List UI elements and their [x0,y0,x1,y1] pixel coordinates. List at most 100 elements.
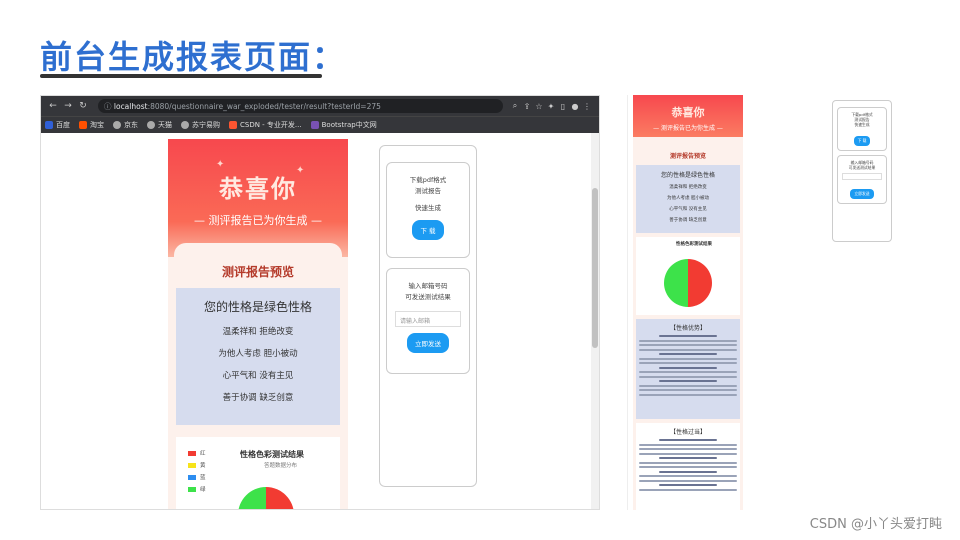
m-banner: 恭喜你 — 测评报告已为你生成 — [633,95,743,137]
text-line [639,452,737,455]
title-underline [40,74,322,78]
trait-box: 您的性格是绿色性格 温柔祥和 拒绝改变 为他人考虑 胆小被动 心平气和 没有主见… [176,288,340,425]
trait-line: 心平气和 没有主见 [222,371,294,381]
text-line [639,443,737,446]
m-email-input[interactable] [842,173,882,180]
bookmark-baidu[interactable]: 百度 [45,120,70,130]
fullpage-screenshot: 恭喜你 — 测评报告已为你生成 — 测评报告预览 您的性格是绿色性格 温柔祥和 … [627,95,902,510]
m-email-box: 输入邮箱号码 可发送测试结果 立即发送 [837,155,887,204]
address-bar: ← → ↻ ⓘ localhost :8080/questionnaire_wa… [41,96,599,116]
zoom-icon[interactable]: ⌕ [509,101,521,111]
m-download-button[interactable]: 下 载 [853,136,871,146]
taobao-icon [79,121,87,129]
star-icon[interactable]: ☆ [533,102,545,111]
email-box: 输入邮箱号码 可发送测试结果 请输入邮箱 立即发送 [386,268,470,374]
m-send-button[interactable]: 立即发送 [850,189,874,199]
profile-icon[interactable]: ● [569,102,581,111]
download-text: 快速生成 [415,204,441,212]
text-line [658,335,718,337]
m-panel-text: 快速生成 [854,122,870,127]
sparkle-icon: ✦ [296,165,305,176]
download-box: 下载pdf格式 测试报告 快速生成 下 载 [386,162,470,258]
m-preview-heading: 测评报告预览 [669,153,706,160]
page-viewport: ✦ ✦ 恭喜你 — 测评报告已为你生成 — 测评报告预览 您的性格是绿色性格 温… [41,133,599,509]
text-line [639,339,737,342]
m-pie-chart [664,259,712,307]
m-strengths-block: 【性格优势】 [636,319,740,419]
send-button[interactable]: 立即发送 [407,333,449,353]
globe-icon [113,121,121,129]
banner-title: 恭喜你 [219,175,297,203]
trait-line: 为他人考虑 胆小被动 [218,349,298,359]
bootstrap-icon [310,121,319,129]
extension-icon[interactable]: ✦ [545,102,557,111]
text-line [639,393,737,396]
download-text: 测试报告 [415,187,441,195]
m-strengths-title: 【性格优势】 [669,325,706,332]
pie-slice-红 [688,259,712,307]
scroll-thumb[interactable] [592,188,598,348]
m-trait-line: 为他人考虑 胆小被动 [667,196,709,201]
pie-slice-绿 [238,487,266,509]
text-line [658,457,718,459]
m-trait-box: 您的性格是绿色性格 温柔祥和 拒绝改变 为他人考虑 胆小被动 心平气和 没有主见… [636,165,740,233]
trait-line: 善于协调 缺乏创意 [222,393,294,403]
pie-slice-绿 [664,259,688,307]
chart-card: 红 黄 蓝 绿 性格色彩测试结果 答题数据分布 [176,437,340,509]
bookmark-jd[interactable]: 京东 [113,120,138,130]
preview-heading: 测评报告预览 [221,265,294,279]
text-line [639,466,737,468]
baidu-icon [45,121,53,129]
bookmark-bootstrap[interactable]: Bootstrap中文网 [310,120,377,130]
forward-icon[interactable]: → [62,101,74,111]
url-path: :8080/questionnaire_war_exploded/tester/… [147,101,381,111]
text-line [639,475,737,477]
m-trait-line: 温柔祥和 拒绝改变 [669,185,707,190]
action-panel: 下载pdf格式 测试报告 快速生成 下 载 输入邮箱号码 可发送测试结果 请输入… [379,145,477,487]
globe-icon [147,121,155,129]
share-icon[interactable]: ⇪ [521,102,533,111]
url-field[interactable]: ⓘ localhost :8080/questionnaire_war_expl… [98,99,503,113]
scrollbar[interactable] [591,133,599,509]
banner-subtitle: — 测评报告已为你生成 — [194,214,322,227]
text-line [639,344,737,346]
text-line [658,366,718,369]
m-trait-line: 善于协调 缺乏创意 [669,218,707,223]
csdn-icon [229,121,237,129]
bookmark-suning[interactable]: 苏宁易购 [181,120,220,130]
text-line [658,353,718,355]
sidebar-icon[interactable]: ▯ [557,102,569,111]
text-line [658,380,718,382]
text-line [639,384,737,387]
download-text: 下载pdf格式 [409,176,447,184]
m-chart-card: 性格色彩测试结果 [636,237,740,315]
m-banner-title: 恭喜你 [671,106,705,119]
globe-icon [181,121,189,129]
text-line [639,357,737,360]
congrats-banner: ✦ ✦ 恭喜你 — 测评报告已为你生成 — [168,139,348,257]
back-icon[interactable]: ← [47,101,59,111]
report-page: ✦ ✦ 恭喜你 — 测评报告已为你生成 — 测评报告预览 您的性格是绿色性格 温… [168,139,348,509]
browser-screenshot: ← → ↻ ⓘ localhost :8080/questionnaire_wa… [40,95,600,510]
sparkle-icon: ✦ [216,159,225,170]
download-button[interactable]: 下 载 [412,220,444,240]
m-excess-block: 【性格过当】 [636,423,740,510]
text-line [639,488,737,491]
text-line [639,371,737,373]
reload-icon[interactable]: ↻ [77,101,89,111]
text-line [639,448,737,450]
m-trait-line: 心平气和 没有主见 [669,207,707,212]
text-line [658,439,718,441]
m-panel-text: 可发送测试结果 [848,165,876,170]
bookmark-taobao[interactable]: 淘宝 [79,120,104,130]
email-text: 可发送测试结果 [405,293,451,301]
text-line [639,348,737,351]
pie-slice-红 [266,487,294,509]
email-text: 输入邮箱号码 [408,282,448,290]
email-input[interactable]: 请输入邮箱 [395,311,461,327]
bookmark-tmall[interactable]: 天猫 [147,120,172,130]
m-banner-subtitle: — 测评报告已为你生成 — [653,125,723,132]
menu-icon[interactable]: ⋮ [581,102,593,111]
bookmark-csdn[interactable]: CSDN - 专业开发... [229,120,302,130]
preview-card: 测评报告预览 您的性格是绿色性格 温柔祥和 拒绝改变 为他人考虑 胆小被动 心平… [174,243,342,509]
